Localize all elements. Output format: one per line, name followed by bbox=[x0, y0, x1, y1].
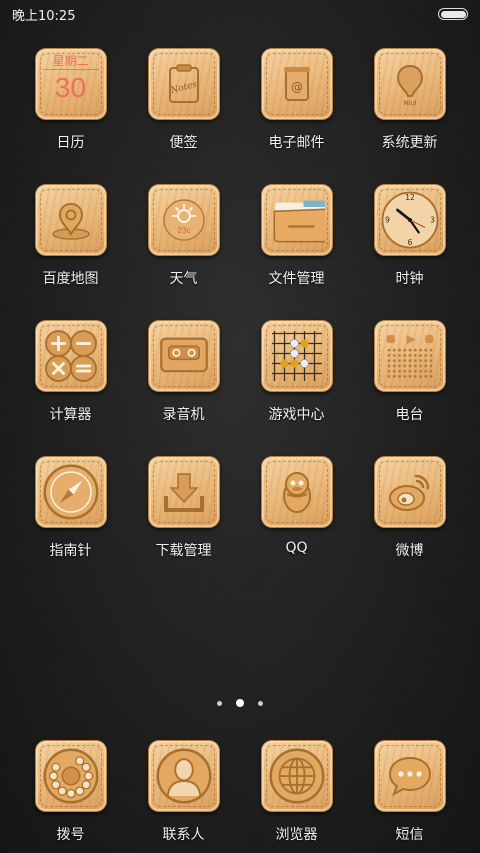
app-label: 天气 bbox=[169, 271, 198, 287]
weibo-icon bbox=[373, 456, 446, 528]
app-label: 电台 bbox=[395, 407, 424, 423]
app-label: 系统更新 bbox=[381, 135, 438, 151]
contact-icon bbox=[147, 740, 220, 812]
rotary-dial-icon bbox=[34, 740, 107, 812]
app-label: 时钟 bbox=[395, 271, 424, 287]
battery-icon bbox=[438, 8, 468, 20]
calculator-icon bbox=[34, 320, 107, 392]
app-label: 游戏中心 bbox=[268, 407, 325, 423]
radio-icon bbox=[373, 320, 446, 392]
clock-number-9: 9 bbox=[385, 216, 390, 225]
svg-text:@: @ bbox=[291, 80, 303, 94]
notes-icon-text: Notes bbox=[168, 80, 198, 97]
app-file-manager[interactable]: 文件管理 bbox=[240, 184, 353, 288]
cassette-icon bbox=[147, 320, 220, 392]
qq-penguin-icon bbox=[260, 456, 333, 528]
app-grid: 星期二 30 日历 Notes 便签 @ 电子邮件 MIUI 系统更新 百度地图… bbox=[14, 48, 466, 560]
app-game-center[interactable]: 游戏中心 bbox=[240, 320, 353, 424]
app-label: 短信 bbox=[395, 827, 424, 843]
message-bubble-icon bbox=[373, 740, 446, 812]
calendar-day: 30 bbox=[54, 72, 87, 103]
calendar-weekday: 星期二 bbox=[52, 54, 89, 68]
folder-icon bbox=[260, 184, 333, 256]
app-label: 指南针 bbox=[49, 543, 92, 559]
app-baidu-map[interactable]: 百度地图 bbox=[14, 184, 127, 288]
app-label: QQ bbox=[285, 540, 308, 556]
status-time: 晚上10:25 bbox=[12, 8, 76, 24]
go-board-icon bbox=[260, 320, 333, 392]
app-compass[interactable]: 指南针 bbox=[14, 456, 127, 560]
app-label: 录音机 bbox=[162, 407, 205, 423]
app-email[interactable]: @ 电子邮件 bbox=[240, 48, 353, 152]
app-clock[interactable]: 12 3 6 9 时钟 bbox=[353, 184, 466, 288]
clock-number-3: 3 bbox=[430, 216, 435, 225]
notes-icon: Notes bbox=[147, 48, 220, 120]
calendar-icon: 星期二 30 bbox=[34, 48, 107, 120]
app-download-manager[interactable]: 下载管理 bbox=[127, 456, 240, 560]
app-label: 百度地图 bbox=[42, 271, 99, 287]
page-dot[interactable] bbox=[258, 700, 263, 706]
app-label: 便签 bbox=[169, 135, 198, 151]
clock-number-6: 6 bbox=[407, 238, 412, 247]
app-system-update[interactable]: MIUI 系统更新 bbox=[353, 48, 466, 152]
app-calculator[interactable]: 计算器 bbox=[14, 320, 127, 424]
download-icon bbox=[147, 456, 220, 528]
app-label: 计算器 bbox=[49, 407, 92, 423]
app-label: 联系人 bbox=[162, 827, 205, 843]
page-dot-active[interactable] bbox=[236, 699, 244, 707]
app-notes[interactable]: Notes 便签 bbox=[127, 48, 240, 152]
weather-sun-icon: 23c bbox=[147, 184, 220, 256]
dock-contacts[interactable]: 联系人 bbox=[127, 740, 240, 844]
app-recorder[interactable]: 录音机 bbox=[127, 320, 240, 424]
compass-icon bbox=[34, 456, 107, 528]
app-label: 微博 bbox=[395, 543, 424, 559]
clock-number-12: 12 bbox=[405, 193, 415, 202]
dock-browser[interactable]: 浏览器 bbox=[240, 740, 353, 844]
app-label: 下载管理 bbox=[155, 543, 212, 559]
app-radio[interactable]: 电台 bbox=[353, 320, 466, 424]
status-bar: 晚上10:25 bbox=[0, 0, 480, 28]
dock-dialer[interactable]: 拨号 bbox=[14, 740, 127, 844]
app-weather[interactable]: 23c 天气 bbox=[127, 184, 240, 288]
globe-icon bbox=[260, 740, 333, 812]
page-dot[interactable] bbox=[217, 700, 222, 706]
clock-icon: 12 3 6 9 bbox=[373, 184, 446, 256]
app-label: 日历 bbox=[56, 135, 85, 151]
app-label: 浏览器 bbox=[275, 827, 318, 843]
weather-temp-text: 23c bbox=[177, 226, 190, 235]
dock-messages[interactable]: 短信 bbox=[353, 740, 466, 844]
app-qq[interactable]: QQ bbox=[240, 456, 353, 560]
app-weibo[interactable]: 微博 bbox=[353, 456, 466, 560]
app-label: 拨号 bbox=[56, 827, 85, 843]
system-update-icon: MIUI bbox=[373, 48, 446, 120]
dock: 拨号 联系人 浏览器 短信 bbox=[14, 740, 466, 844]
miui-text: MIUI bbox=[403, 100, 416, 107]
app-label: 文件管理 bbox=[268, 271, 325, 287]
app-calendar[interactable]: 星期二 30 日历 bbox=[14, 48, 127, 152]
app-label: 电子邮件 bbox=[268, 135, 325, 151]
page-indicator[interactable] bbox=[0, 699, 480, 707]
email-icon: @ bbox=[260, 48, 333, 120]
map-pin-icon bbox=[34, 184, 107, 256]
